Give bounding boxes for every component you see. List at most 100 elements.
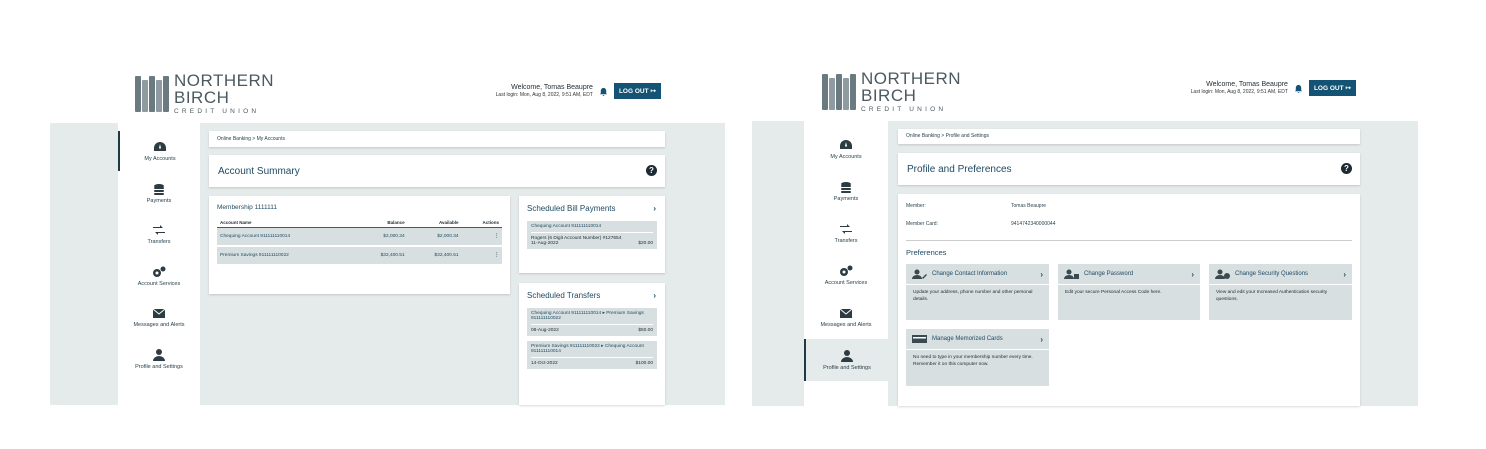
card-row: Member Card: 9414742340000044: [906, 221, 1206, 227]
breadcrumb: Online Banking > Profile and Settings: [898, 129, 1360, 144]
pref-title: Change Contact Information: [932, 271, 1008, 277]
envelope-icon: [152, 308, 166, 318]
header-user: Welcome, Tomas Beaupre Last login: Mon, …: [496, 83, 661, 99]
help-icon[interactable]: ?: [1341, 163, 1352, 174]
member-value: Tomas Beaupre: [1011, 203, 1047, 209]
chevron-right-icon[interactable]: ›: [1040, 335, 1043, 344]
transfer-route[interactable]: Premium Savings 911111110022 ▸ Chequing …: [531, 344, 653, 358]
page-title: Profile and Preferences: [907, 164, 1012, 175]
title-card: Profile and Preferences ?: [898, 153, 1360, 185]
transfer-arrows-icon: [153, 224, 165, 235]
logout-icon: ↦: [1345, 85, 1351, 92]
pref-security-questions[interactable]: Change Security Questions › View and edit…: [1209, 264, 1352, 320]
header-user: Welcome, Tomas Beaupre Last login: Mon, …: [1191, 80, 1356, 96]
chevron-right-icon[interactable]: ›: [1191, 270, 1194, 279]
pref-desc: Edit your secure Personal Access Code he…: [1065, 290, 1162, 295]
payment-account[interactable]: Chequing Account 911111110014: [531, 224, 653, 233]
right-screen: NORTHERN BIRCH CREDIT UNION Welcome, Tom…: [743, 0, 1486, 449]
pref-password[interactable]: Change Password › Edit your secure Person…: [1058, 264, 1200, 320]
actions-kebab-icon[interactable]: ⋮: [461, 245, 502, 264]
nav-label: Transfers: [147, 238, 171, 245]
page-title: Account Summary: [218, 166, 300, 177]
breadcrumb-text[interactable]: Online Banking > Profile and Settings: [898, 129, 1360, 143]
nav-messages[interactable]: Messages and Alerts: [118, 297, 200, 337]
nav-transfers[interactable]: Transfers: [804, 213, 888, 253]
last-login-text: Last login: Mon, Aug 8, 2022, 9:51 AM, E…: [1190, 89, 1288, 96]
table-row[interactable]: Chequing Account 911111110014 $2,000.34 …: [217, 227, 502, 246]
table-row[interactable]: Premium Savings 911111110022 $32,400.51 …: [217, 245, 502, 264]
available-cell: $2,000.34: [407, 227, 462, 246]
nav-payments[interactable]: Payments: [118, 173, 200, 213]
person-edit-icon: [912, 269, 927, 279]
transfers-header[interactable]: Scheduled Transfers ›: [519, 283, 665, 300]
chevron-right-icon[interactable]: ›: [653, 204, 656, 213]
brand-line1: NORTHERN: [861, 69, 962, 88]
nav-my-accounts[interactable]: My Accounts: [118, 131, 200, 171]
nav-label: Profile and Settings: [135, 363, 183, 370]
help-icon[interactable]: ?: [646, 165, 657, 176]
chevron-right-icon[interactable]: ›: [1343, 270, 1346, 279]
balance-cell: $32,400.51: [353, 245, 408, 264]
chevron-right-icon[interactable]: ›: [1040, 270, 1043, 279]
col-header: Actions: [461, 218, 502, 228]
nav-payments[interactable]: Payments: [804, 171, 888, 211]
payment-date: 11-Aug-2022: [531, 241, 559, 246]
nav-account-services[interactable]: Account Services: [118, 256, 200, 296]
col-header: Balance: [353, 218, 408, 228]
breadcrumb-text[interactable]: Online Banking > My Accounts: [209, 131, 665, 147]
profile-card: Member: Tomas Beaupre Member Card: 94147…: [898, 194, 1360, 406]
transfer-route[interactable]: Chequing Account 911111110014 ▸ Premium …: [531, 311, 653, 325]
nav-label: My Accounts: [830, 153, 862, 160]
pref-title: Change Security Questions: [1235, 271, 1309, 277]
transfers-card: Scheduled Transfers › Chequing Account 91…: [519, 283, 665, 405]
available-cell: $32,400.51: [407, 245, 462, 264]
nav-label: Messages and Alerts: [820, 321, 872, 328]
gears-icon: [153, 266, 166, 277]
brand-line2: BIRCH: [861, 86, 917, 105]
logo[interactable]: NORTHERN BIRCH CREDIT UNION: [822, 70, 961, 114]
bill-payments-header[interactable]: Scheduled Bill Payments ›: [519, 196, 665, 213]
pref-desc: Update your address, phone number and ot…: [913, 290, 1033, 303]
nav-messages[interactable]: Messages and Alerts: [804, 297, 888, 337]
nav-transfers[interactable]: Transfers: [118, 214, 200, 254]
pref-desc: No need to type in your membership numbe…: [913, 355, 1033, 368]
pref-title: Manage Memorized Cards: [932, 336, 1003, 342]
bell-icon[interactable]: [1294, 84, 1303, 93]
brand-line2: BIRCH: [174, 88, 230, 107]
logo[interactable]: NORTHERN BIRCH CREDIT UNION: [135, 72, 274, 116]
birch-trees-icon: [822, 73, 856, 110]
payment-amount: $20.00: [638, 241, 653, 246]
col-header: Account Name: [217, 218, 354, 228]
member-row: Member: Tomas Beaupre: [906, 203, 1206, 209]
nav-account-services[interactable]: Account Services: [804, 255, 888, 295]
transfer-amount: $100.00: [635, 361, 653, 366]
actions-kebab-icon[interactable]: ⋮: [461, 227, 502, 246]
gears-icon: [840, 265, 853, 276]
col-header: Available: [407, 218, 462, 228]
chevron-right-icon[interactable]: ›: [653, 291, 656, 300]
account-name-link[interactable]: Chequing Account 911111110014: [217, 227, 354, 246]
account-name-link[interactable]: Premium Savings 911111110022: [217, 245, 354, 264]
sidebar: My Accounts Payments Transfers Account S…: [118, 123, 200, 405]
breadcrumb: Online Banking > My Accounts: [209, 131, 665, 147]
nav-profile[interactable]: Profile and Settings: [118, 339, 200, 379]
transfer-item[interactable]: Chequing Account 911111110014 ▸ Premium …: [527, 308, 657, 336]
nav-label: Messages and Alerts: [133, 321, 185, 328]
left-screen: NORTHERN BIRCH CREDIT UNION Welcome, Tom…: [0, 0, 743, 449]
card-icon: [912, 335, 927, 343]
logout-button[interactable]: LOG OUT ↦: [613, 83, 661, 99]
pref-memorized-cards[interactable]: Manage Memorized Cards › No need to type …: [906, 329, 1049, 386]
logout-button[interactable]: LOG OUT ↦: [1308, 80, 1356, 96]
nav-label: Transfers: [834, 237, 858, 244]
preferences-heading: Preferences: [906, 248, 947, 257]
birch-trees-icon: [135, 75, 169, 112]
bell-icon[interactable]: [599, 87, 608, 96]
transfer-item[interactable]: Premium Savings 911111110022 ▸ Chequing …: [527, 341, 657, 369]
bill-payment-item[interactable]: Chequing Account 911111110014 Rogers (6 …: [527, 221, 657, 249]
pref-contact-info[interactable]: Change Contact Information › Update your …: [906, 264, 1049, 320]
nav-profile[interactable]: Profile and Settings: [804, 339, 888, 381]
transfer-date: 14-Oct-2022: [531, 361, 558, 366]
coins-icon: [841, 181, 851, 193]
brand-line3: CREDIT UNION: [174, 108, 260, 115]
nav-my-accounts[interactable]: My Accounts: [804, 129, 888, 169]
